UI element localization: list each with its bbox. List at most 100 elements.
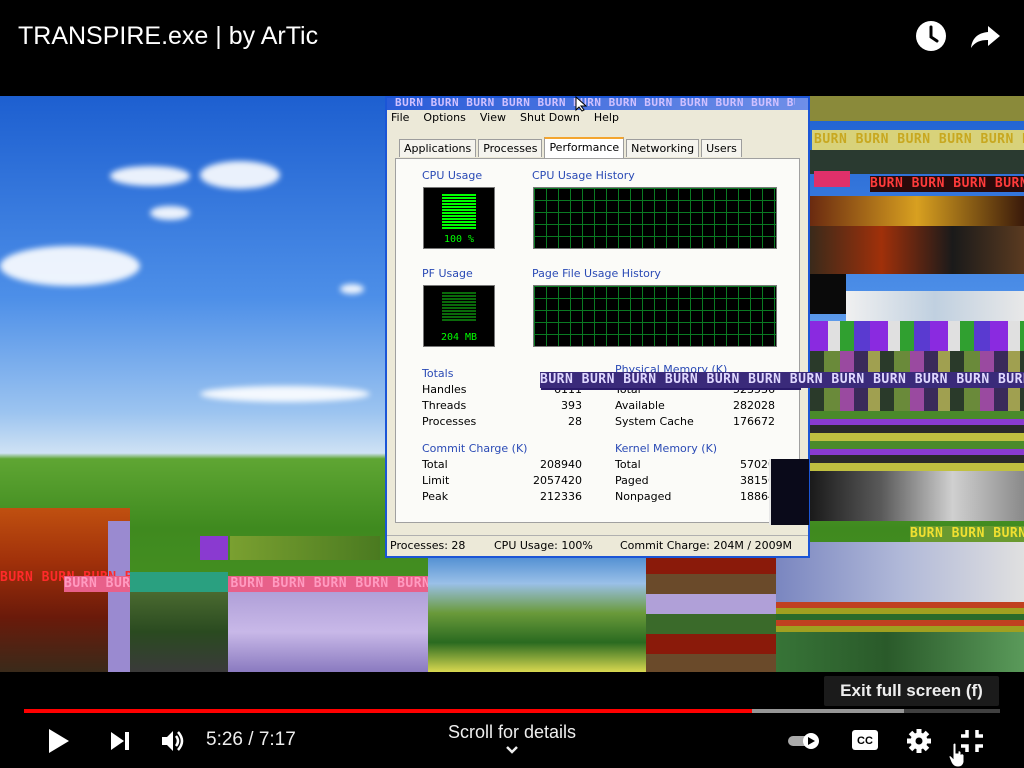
glitch-block [776, 542, 1024, 602]
pf-usage-bar [442, 292, 476, 322]
menu-help[interactable]: Help [594, 111, 619, 129]
kernel-memory-row: Nonpaged 18864 [615, 490, 775, 504]
hand-cursor-icon [948, 742, 965, 768]
cpu-usage-value: 100 % [443, 234, 475, 245]
row-key: Nonpaged [615, 490, 672, 503]
gear-icon[interactable] [906, 728, 932, 754]
volume-icon[interactable] [160, 728, 186, 754]
glitch-block [750, 602, 1024, 632]
performance-panel: CPU Usage 100 % CPU Usage History PF Usa… [395, 158, 809, 525]
physical-memory-row: Available 282028 [615, 399, 775, 413]
commit-charge-row: Peak 212336 [422, 490, 582, 504]
task-manager-window: BURN BURN BURN BURN BURN BURN BURN BURN … [385, 96, 810, 558]
glitch-block [810, 196, 1024, 226]
chevron-down-icon [506, 746, 518, 754]
commit-charge-row: Total 208940 [422, 458, 582, 472]
row-value: 282028 [733, 399, 775, 412]
pf-history-graph [533, 285, 777, 347]
pf-usage-meter: 204 MB [423, 285, 495, 347]
glitch-block [130, 592, 228, 672]
cpu-usage-bar [442, 194, 476, 230]
glitch-block [230, 536, 380, 560]
pf-usage-value: 204 MB [440, 332, 478, 343]
task-manager-statusbar: Processes: 28 CPU Usage: 100% Commit Cha… [387, 535, 808, 555]
glitch-block [769, 459, 809, 525]
row-value: 176672 [733, 415, 775, 428]
glitch-block [814, 171, 850, 187]
tab-applications[interactable]: Applications [399, 139, 477, 157]
row-key: Threads [422, 399, 467, 412]
glitch-burn-text: BURN BURN BURN BURN BURN BURN BURN BURN … [870, 176, 1024, 192]
cloud [150, 206, 190, 220]
totals-row: Processes 28 [422, 415, 582, 429]
glitch-burn-text: BURN BURN BURN BURN BURN BURN BURN BURN … [910, 526, 1024, 542]
play-icon[interactable] [47, 728, 71, 754]
row-key: Limit [422, 474, 450, 487]
row-key: Total [422, 458, 448, 471]
video-frame[interactable]: BURN BURN BURN BURN BURN BURN BURN BURN … [0, 96, 1024, 672]
glitch-block [428, 554, 646, 672]
glitch-block [810, 471, 1024, 521]
svg-text:CC: CC [857, 735, 873, 747]
row-value: 393 [561, 399, 582, 412]
menu-options[interactable]: Options [423, 111, 465, 129]
menu-view[interactable]: View [480, 111, 506, 129]
glitch-block [750, 632, 1024, 672]
status-cpu: CPU Usage: 100% [494, 539, 593, 552]
time-display: 5:26 / 7:17 [206, 729, 296, 750]
top-bar: TRANSPIRE.exe | by ArTic [0, 0, 1024, 96]
tab-performance[interactable]: Performance [544, 137, 625, 159]
row-key: System Cache [615, 415, 694, 428]
glitch-block [228, 592, 428, 672]
glitch-block [810, 321, 1024, 351]
row-key: Available [615, 399, 665, 412]
commit-charge-label: Commit Charge (K) [422, 442, 528, 455]
scroll-for-details[interactable]: Scroll for details [400, 722, 624, 755]
cloud [340, 284, 364, 294]
cloud [110, 166, 190, 186]
menu-shut-down[interactable]: Shut Down [520, 111, 580, 129]
status-processes: Processes: 28 [390, 539, 466, 552]
clock-icon[interactable] [915, 20, 947, 52]
tab-processes[interactable]: Processes [478, 139, 543, 157]
physical-memory-row: System Cache 176672 [615, 415, 775, 429]
video-title[interactable]: TRANSPIRE.exe | by ArTic [18, 22, 318, 51]
row-key: Paged [615, 474, 649, 487]
totals-label: Totals [422, 367, 454, 380]
glitch-burn-text: BURN BURN BURN BURN BURN BURN BURN BURN … [812, 130, 1024, 150]
glitch-block [810, 226, 1024, 274]
task-manager-titlebar[interactable]: BURN BURN BURN BURN BURN BURN BURN BURN … [387, 98, 808, 110]
row-value: 2057420 [533, 474, 582, 487]
kernel-memory-row: Total 57020 [615, 458, 775, 472]
task-manager-menubar: File Options View Shut Down Help [391, 111, 619, 129]
pf-history-label: Page File Usage History [532, 267, 661, 280]
autoplay-toggle-icon[interactable] [787, 732, 823, 750]
cpu-history-graph [533, 187, 777, 249]
cpu-usage-label: CPU Usage [422, 169, 483, 182]
glitch-block [130, 572, 228, 592]
glitch-block [108, 521, 130, 672]
glitch-block [810, 411, 1024, 471]
share-arrow-icon[interactable] [969, 20, 1001, 52]
row-key: Processes [422, 415, 477, 428]
menu-file[interactable]: File [391, 111, 409, 129]
row-key: Total [615, 458, 641, 471]
next-icon[interactable] [109, 730, 131, 752]
cloud [200, 386, 370, 402]
row-value: 208940 [540, 458, 582, 471]
glitch-block [810, 274, 846, 314]
commit-charge-row: Limit 2057420 [422, 474, 582, 488]
row-key: Handles [422, 383, 467, 396]
tab-networking[interactable]: Networking [626, 139, 700, 157]
task-manager-tabs: Applications Processes Performance Netwo… [399, 137, 742, 159]
cpu-history-label: CPU Usage History [532, 169, 635, 182]
cc-icon[interactable]: CC [851, 729, 879, 751]
cpu-usage-meter: 100 % [423, 187, 495, 249]
tab-users[interactable]: Users [701, 139, 742, 157]
progress-played [24, 709, 752, 713]
status-commit: Commit Charge: 204M / 2009M [620, 539, 793, 552]
kernel-memory-label: Kernel Memory (K) [615, 442, 718, 455]
scroll-hint-label: Scroll for details [447, 722, 577, 742]
row-key: Peak [422, 490, 449, 503]
glitch-block [646, 554, 776, 672]
